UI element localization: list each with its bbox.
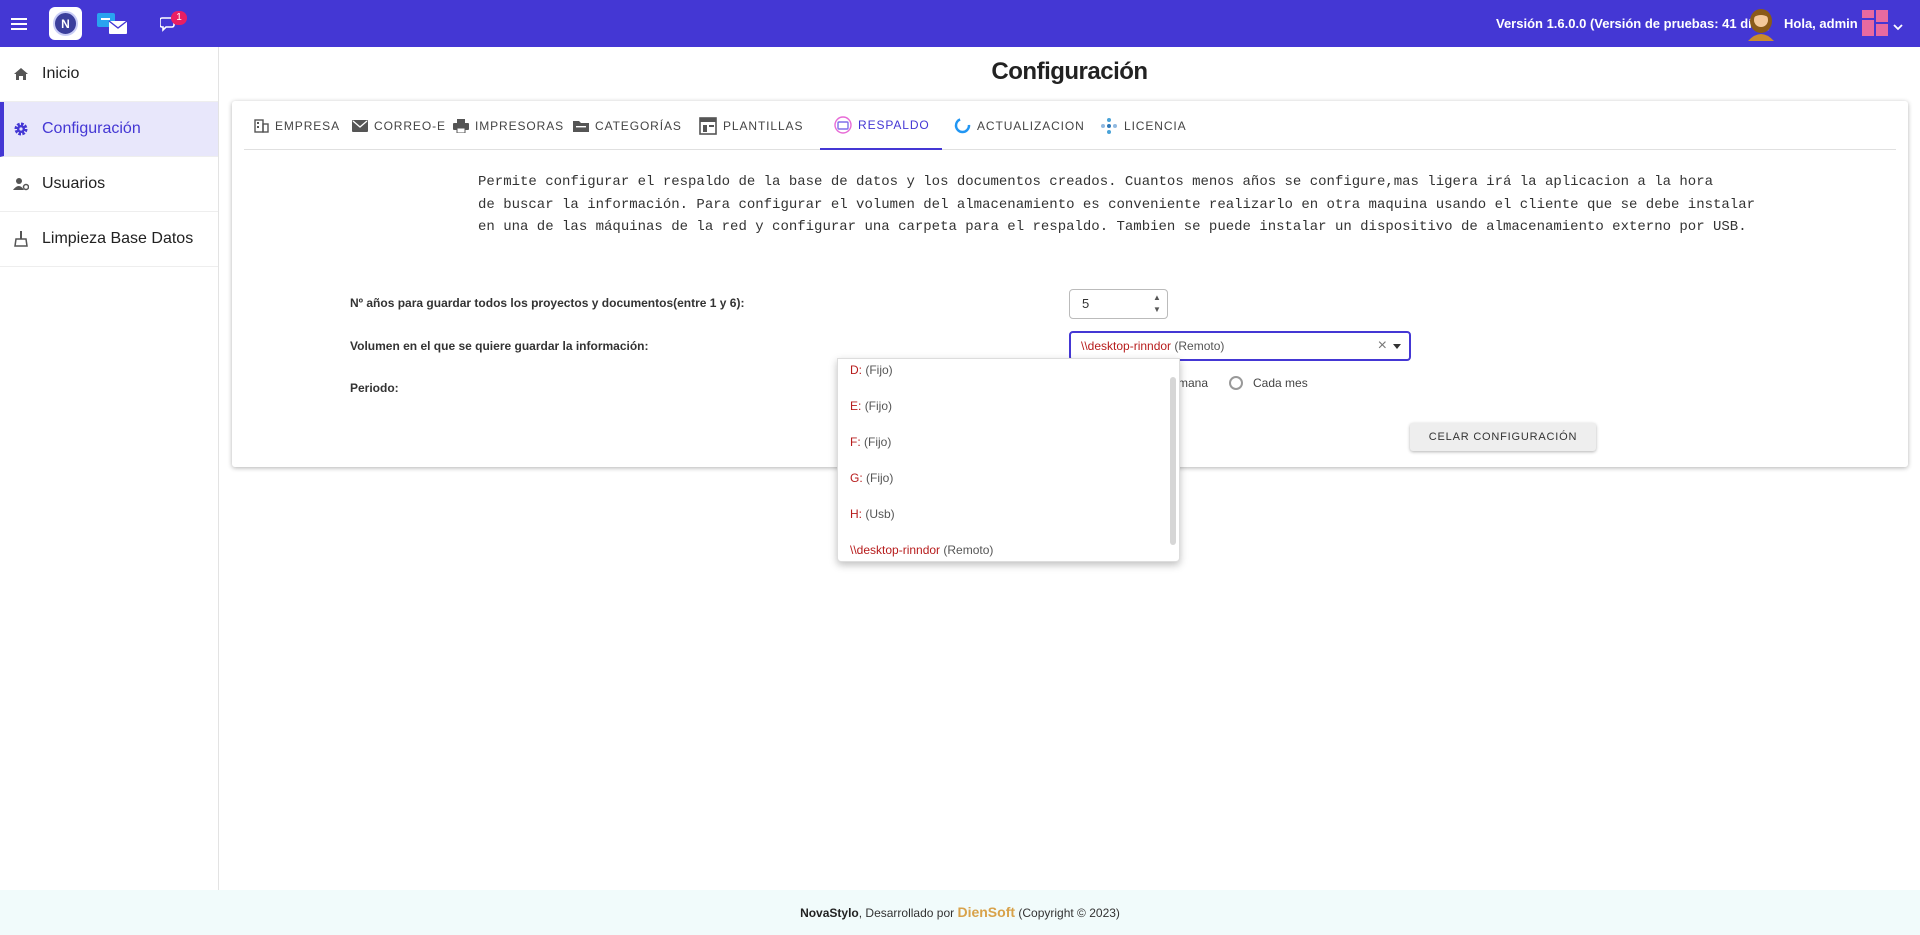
tab-label: ACTUALIZACION xyxy=(977,118,1085,133)
avatar[interactable] xyxy=(1745,7,1777,41)
tab-respaldo[interactable]: RESPALDO xyxy=(820,101,942,150)
menu-icon[interactable] xyxy=(8,0,30,47)
tab-label: IMPRESORAS xyxy=(475,118,565,133)
radio-monthly[interactable] xyxy=(1229,376,1243,390)
folder-icon xyxy=(573,120,589,132)
years-input[interactable]: 5 ▲ ▼ xyxy=(1069,289,1168,319)
option-type: (Usb) xyxy=(865,507,895,521)
dropdown-scrollbar[interactable] xyxy=(1170,377,1176,545)
sidebar-item-inicio[interactable]: Inicio xyxy=(0,47,218,102)
settings-tabs: EMPRESA CORREO-E IMPRESORAS CATEGORÍAS P… xyxy=(244,101,1896,150)
chevron-up-icon[interactable]: ▲ xyxy=(1153,292,1163,304)
tab-label: RESPALDO xyxy=(858,117,930,132)
period-option-monthly[interactable]: Cada mes xyxy=(1253,376,1308,390)
option-drive: G: xyxy=(850,471,863,485)
years-label: Nº años para guardar todos los proyectos… xyxy=(350,296,745,310)
version-label: Versión 1.6.0.0 (Versión de pruebas: 41 … xyxy=(1496,16,1771,31)
option-type: (Fijo) xyxy=(864,399,893,413)
notification-badge: 1 xyxy=(171,11,187,25)
option-drive: F: xyxy=(850,435,861,449)
option-drive: E: xyxy=(850,399,862,413)
cancel-label: CELAR CONFIGURACIÓN xyxy=(1428,431,1578,443)
user-greeting[interactable]: Hola, admin xyxy=(1784,0,1858,47)
volume-dropdown-list[interactable]: D: (Fijo) E: (Fijo) F: (Fijo) G: (Fijo) … xyxy=(837,358,1180,562)
backup-icon xyxy=(834,115,852,134)
option-type: (Fijo) xyxy=(865,363,893,377)
footer-app-name: NovaStylo xyxy=(800,906,859,920)
footer-copyright: (Copyright © 2023) xyxy=(1015,906,1120,920)
option-drive: \\desktop-rinndor xyxy=(850,543,941,557)
tab-licencia[interactable]: LICENCIA xyxy=(1100,101,1187,150)
selected-drive: \\desktop-rinndor xyxy=(1081,339,1172,353)
description-line: Permite configurar el respaldo de la bas… xyxy=(478,174,1714,190)
broom-icon xyxy=(0,231,42,247)
messages-icon[interactable] xyxy=(96,0,130,47)
years-value: 5 xyxy=(1082,296,1090,311)
tab-actualizacion[interactable]: ACTUALIZACION xyxy=(954,101,1085,150)
option-drive: D: xyxy=(850,363,862,377)
tab-label: CORREO-E xyxy=(374,118,446,133)
gear-icon xyxy=(0,121,42,137)
app-logo[interactable]: N xyxy=(49,7,82,40)
description-line: de buscar la información. Para configura… xyxy=(478,196,1756,213)
sidebar-item-configuracion[interactable]: Configuración xyxy=(0,102,218,157)
mail-icon xyxy=(352,119,368,132)
sidebar-item-label: Limpieza Base Datos xyxy=(42,230,194,247)
volume-option[interactable]: E: (Fijo) xyxy=(850,399,892,413)
volume-option[interactable]: D: (Fijo) xyxy=(850,363,893,377)
sidebar-item-label: Configuración xyxy=(42,120,141,137)
volume-option[interactable]: G: (Fijo) xyxy=(850,471,893,485)
tab-label: PLANTILLAS xyxy=(723,118,804,133)
page-title: Configuración xyxy=(991,58,1148,85)
footer: NovaStylo, Desarrollado por DienSoft (Co… xyxy=(0,890,1920,935)
footer-text: , Desarrollado por xyxy=(858,906,958,920)
update-icon xyxy=(954,117,971,134)
footer-brand-link[interactable]: DienSoft xyxy=(957,904,1015,920)
volume-option[interactable]: F: (Fijo) xyxy=(850,435,891,449)
chevron-down-icon[interactable] xyxy=(1893,18,1903,36)
logo-mark-icon: N xyxy=(53,11,78,36)
tab-plantillas[interactable]: PLANTILLAS xyxy=(699,101,803,150)
volume-option[interactable]: \\desktop-rinndor (Remoto) xyxy=(850,543,993,557)
volume-label: Volumen en el que se quiere guardar la i… xyxy=(350,339,649,353)
user-settings-icon xyxy=(0,177,42,191)
license-icon xyxy=(1101,117,1117,134)
option-type: (Fijo) xyxy=(866,471,894,485)
chevron-down-icon[interactable]: ▼ xyxy=(1153,304,1163,316)
years-stepper[interactable]: ▲ ▼ xyxy=(1153,292,1163,316)
sidebar-item-label: Usuarios xyxy=(42,175,106,192)
tab-impresoras[interactable]: IMPRESORAS xyxy=(453,101,564,150)
cancel-configuration-button[interactable]: CELAR CONFIGURACIÓN xyxy=(1410,423,1596,451)
tab-correo[interactable]: CORREO-E xyxy=(352,101,446,150)
volume-option[interactable]: H: (Usb) xyxy=(850,507,895,521)
tab-empresa[interactable]: EMPRESA xyxy=(254,101,340,150)
volume-select[interactable]: \\desktop-rinndor (Remoto) × xyxy=(1069,331,1411,361)
sidebar-item-label: Inicio xyxy=(42,65,80,82)
home-icon xyxy=(0,67,42,81)
tab-label: CATEGORÍAS xyxy=(595,118,682,133)
top-app-bar: N 1 Versión 1.6.0.0 (Versión de pruebas:… xyxy=(0,0,1920,47)
template-icon xyxy=(699,116,717,135)
apps-grid-icon[interactable] xyxy=(1862,10,1888,36)
caret-down-icon[interactable] xyxy=(1393,344,1401,349)
printer-icon xyxy=(453,118,469,133)
description-line: en una de las máquinas de la red y confi… xyxy=(478,219,1747,235)
option-type: (Fijo) xyxy=(864,435,892,449)
tab-label: EMPRESA xyxy=(275,118,340,133)
selected-drive-type: (Remoto) xyxy=(1174,339,1225,353)
building-icon xyxy=(254,118,269,133)
backup-description: Permite configurar el respaldo de la bas… xyxy=(478,171,1755,239)
option-drive: H: xyxy=(850,507,862,521)
clear-icon[interactable]: × xyxy=(1378,333,1387,359)
sidebar: Inicio Configuración Usuarios Limpieza B… xyxy=(0,47,219,890)
option-type: (Remoto) xyxy=(943,543,994,557)
sidebar-item-usuarios[interactable]: Usuarios xyxy=(0,157,218,212)
tab-label: LICENCIA xyxy=(1124,118,1187,133)
period-option-week[interactable]: mana xyxy=(1178,376,1208,390)
period-label: Periodo: xyxy=(350,381,399,395)
sidebar-item-limpieza[interactable]: Limpieza Base Datos xyxy=(0,212,218,267)
tab-categorias[interactable]: CATEGORÍAS xyxy=(573,101,682,150)
